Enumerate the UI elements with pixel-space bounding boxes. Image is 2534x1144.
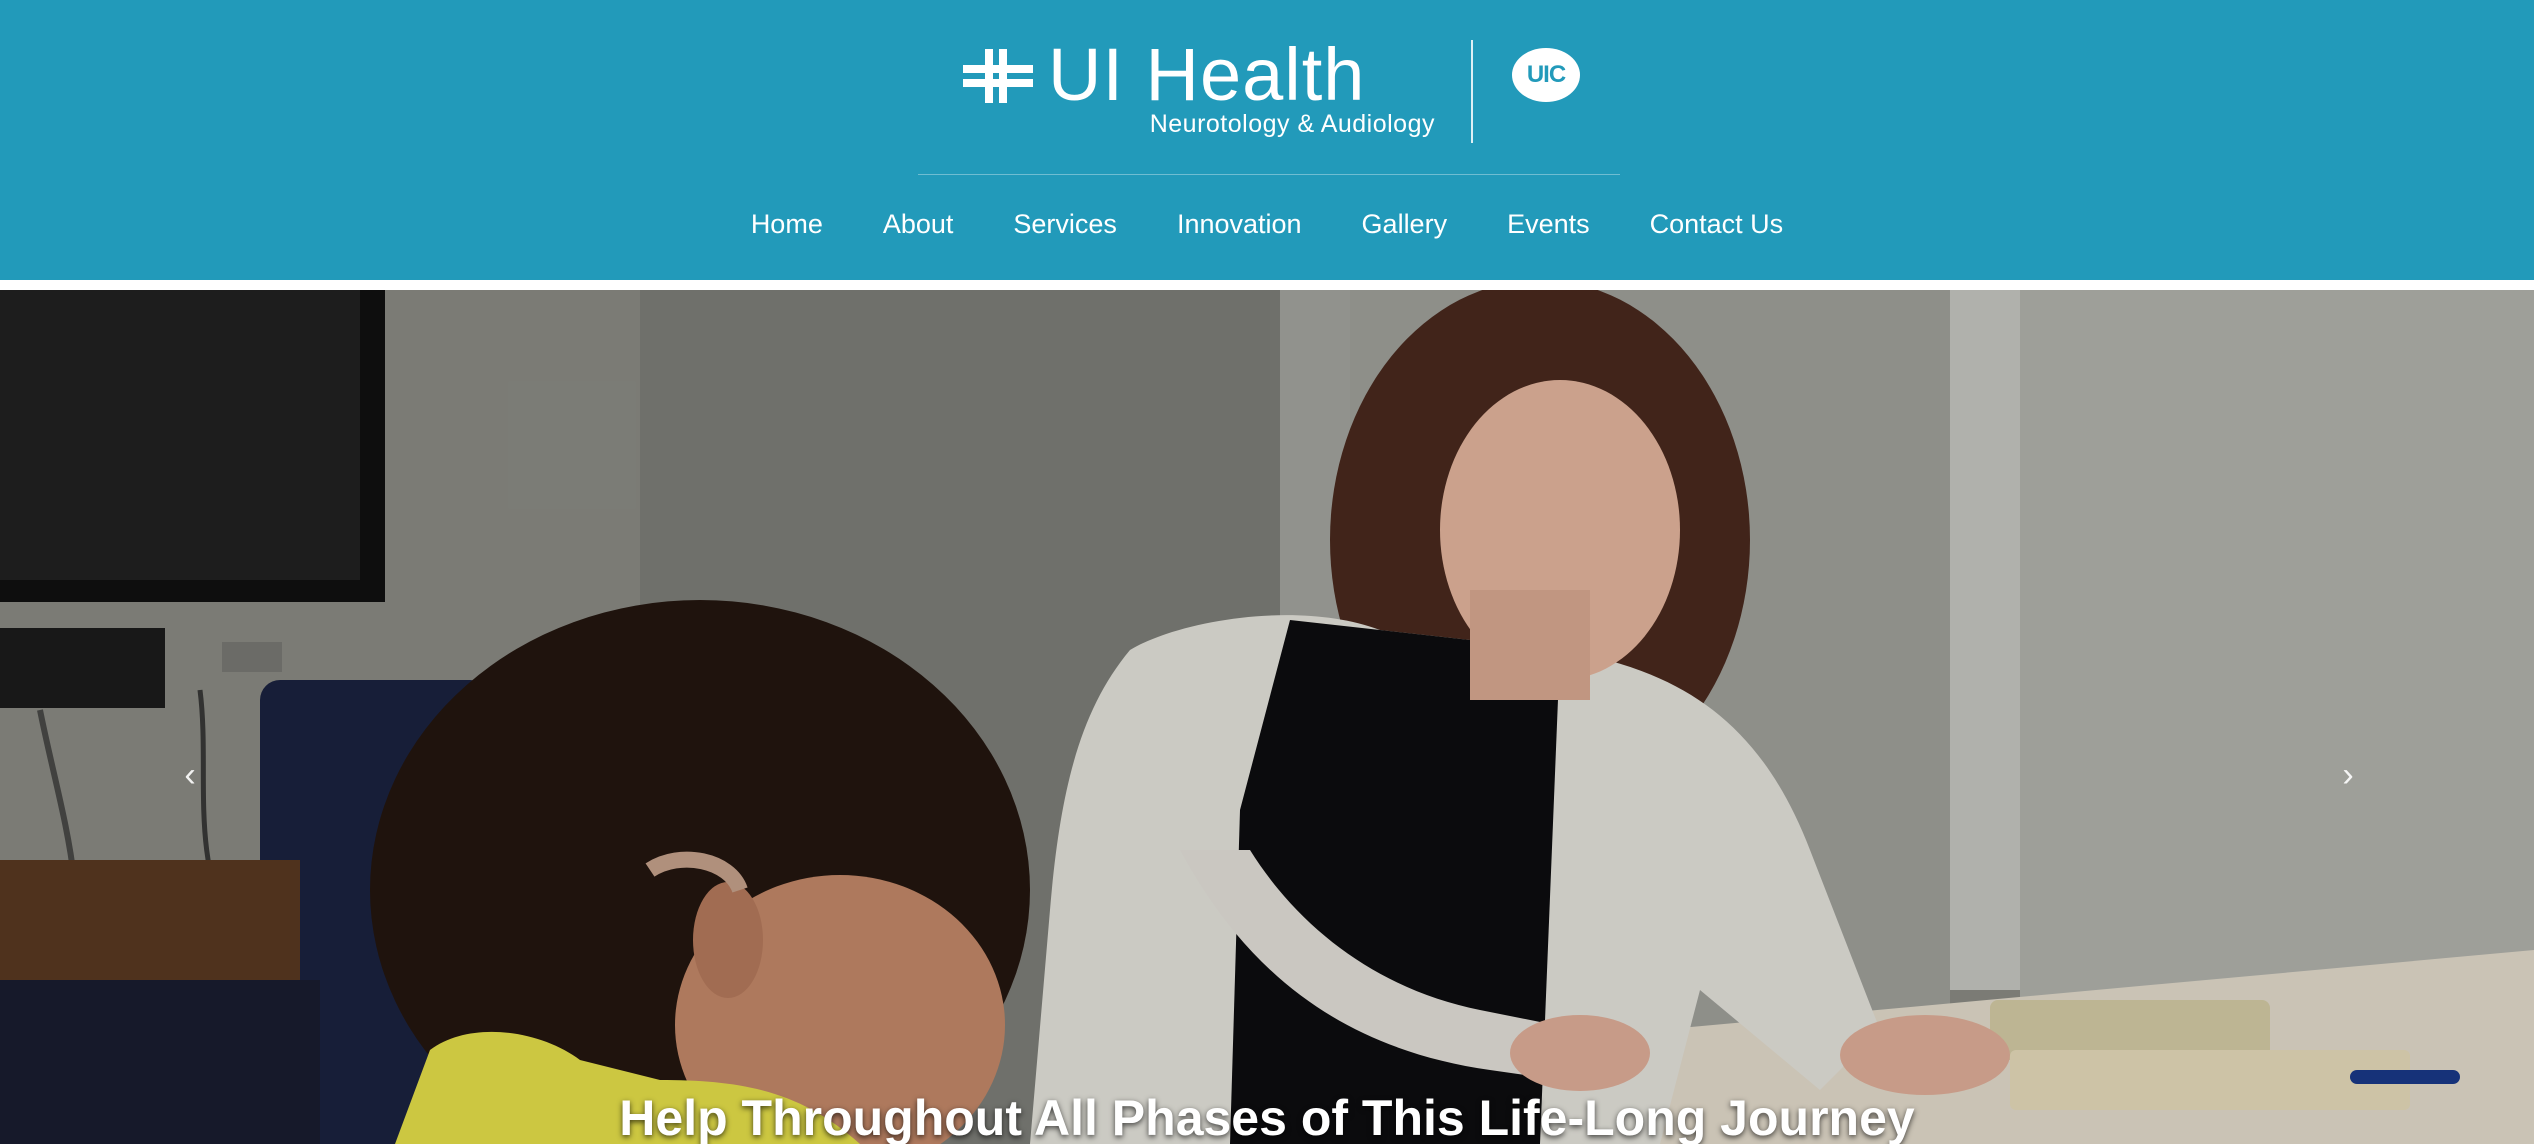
hero-slider: ‹ › Help Throughout All Phases of This L… [0,290,2534,1144]
nav-item-services[interactable]: Services [1013,200,1117,248]
hero-caption: Help Throughout All Phases of This Life-… [619,1090,1915,1144]
brand-name: UI Health [1048,33,1366,116]
hero-separator [0,280,2534,290]
main-nav: Home About Services Innovation Gallery E… [0,200,2534,248]
chevron-right-icon[interactable]: › [2323,750,2373,800]
nav-item-innovation[interactable]: Innovation [1177,200,1302,248]
cross-logo-icon [963,49,1033,103]
header-divider [918,174,1620,175]
nav-item-events[interactable]: Events [1507,200,1590,248]
nav-item-gallery[interactable]: Gallery [1362,200,1448,248]
brand-subtitle: Neurotology & Audiology [1149,110,1435,138]
brand-divider [1471,40,1473,143]
nav-item-contact-us[interactable]: Contact Us [1650,200,1784,248]
nav-item-home[interactable]: Home [751,200,823,248]
site-header: UI Health Neurotology & Audiology UIC Ho… [0,0,2534,280]
hero-photo [0,290,2534,1144]
uic-logo[interactable]: UIC [1512,48,1580,102]
brand-logo[interactable]: UI Health Neurotology & Audiology [0,0,2534,170]
nav-item-about[interactable]: About [883,200,954,248]
chevron-left-icon[interactable]: ‹ [165,750,215,800]
